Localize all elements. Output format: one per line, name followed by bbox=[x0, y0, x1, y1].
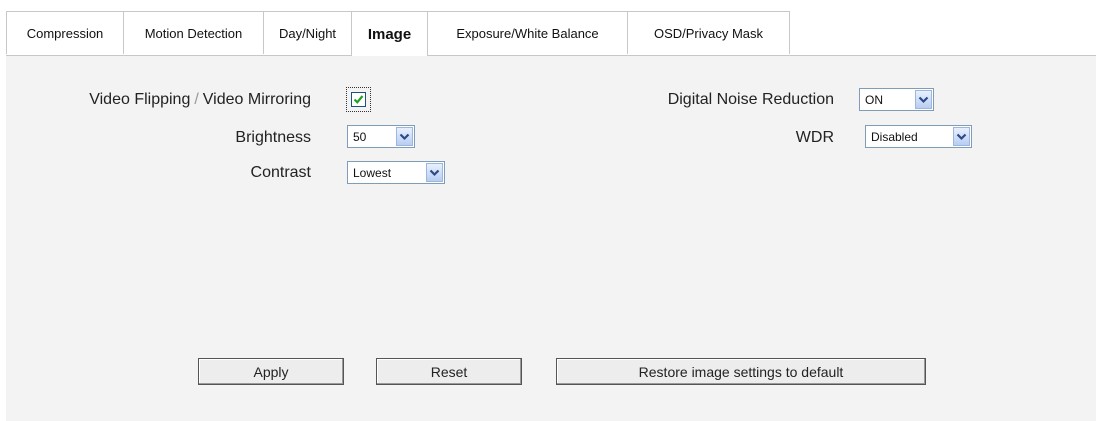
digital-noise-reduction-select[interactable]: ON bbox=[859, 88, 934, 111]
tab-motion-detection[interactable]: Motion Detection bbox=[123, 11, 264, 54]
tab-exposure-white-balance[interactable]: Exposure/White Balance bbox=[427, 11, 628, 54]
dnr-value: ON bbox=[865, 92, 883, 107]
image-settings-panel: Video Flipping / Video Mirroring Brightnes… bbox=[6, 56, 1096, 421]
contrast-select[interactable]: Lowest bbox=[347, 161, 445, 184]
video-mirroring-label: Video Mirroring bbox=[202, 91, 311, 108]
brightness-label: Brightness bbox=[235, 129, 311, 146]
tab-image[interactable]: Image bbox=[351, 11, 428, 56]
tab-osd-privacy-mask[interactable]: OSD/Privacy Mask bbox=[627, 11, 790, 54]
wdr-select[interactable]: Disabled bbox=[865, 125, 972, 148]
video-flipping-label: Video Flipping bbox=[89, 91, 191, 108]
apply-button[interactable]: Apply bbox=[198, 358, 344, 385]
flip-mirror-checkbox[interactable] bbox=[346, 87, 371, 112]
tab-compression[interactable]: Compression bbox=[6, 11, 124, 54]
reset-button[interactable]: Reset bbox=[376, 358, 522, 385]
chevron-down-icon bbox=[915, 90, 932, 109]
checkbox-box bbox=[351, 92, 366, 107]
tab-bar: Compression Motion Detection Day/Night I… bbox=[6, 11, 1096, 56]
tab-day-night[interactable]: Day/Night bbox=[263, 11, 352, 54]
chevron-down-icon bbox=[953, 127, 970, 146]
checkmark-icon bbox=[353, 95, 364, 104]
contrast-value: Lowest bbox=[353, 165, 392, 180]
restore-defaults-button[interactable]: Restore image settings to default bbox=[556, 358, 926, 385]
chevron-down-icon bbox=[426, 163, 443, 182]
wdr-value: Disabled bbox=[871, 129, 918, 144]
brightness-select[interactable]: 50 bbox=[347, 125, 415, 148]
contrast-label: Contrast bbox=[250, 164, 311, 181]
wdr-label: WDR bbox=[795, 129, 834, 146]
chevron-down-icon bbox=[396, 127, 413, 146]
label-separator: / bbox=[194, 91, 199, 108]
brightness-value: 50 bbox=[353, 129, 367, 144]
flip-mirror-label: Video Flipping / Video Mirroring bbox=[89, 91, 311, 109]
digital-noise-reduction-label: Digital Noise Reduction bbox=[667, 91, 834, 108]
